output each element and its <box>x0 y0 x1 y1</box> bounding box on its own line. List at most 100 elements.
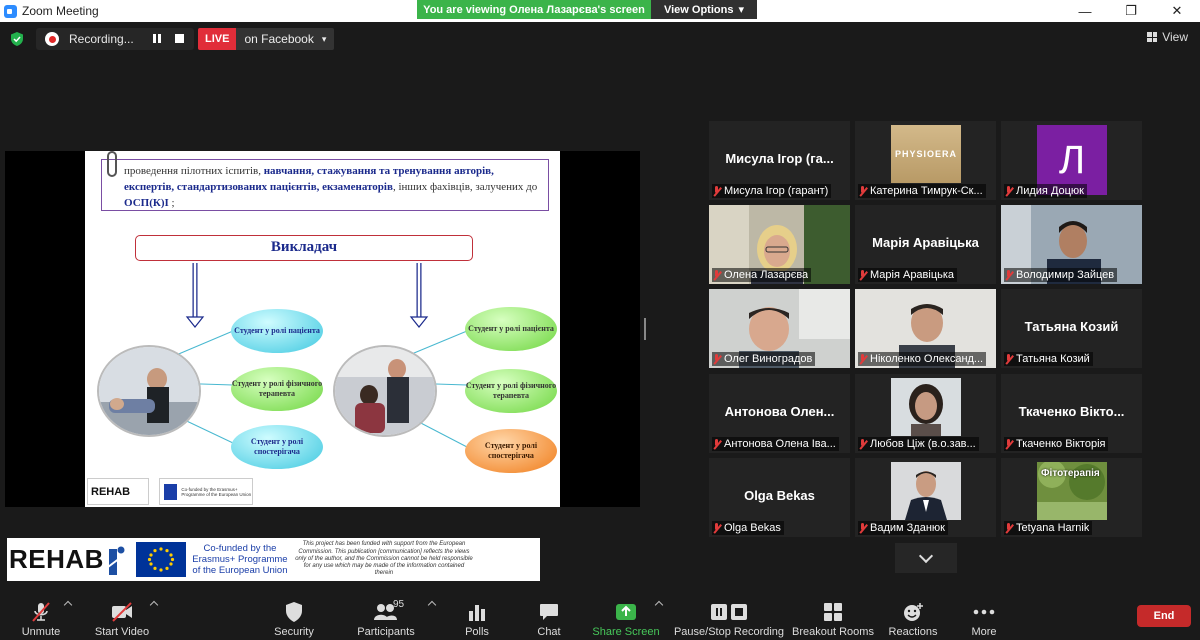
participant-tile[interactable]: PHYSIOERA Катерина Тимрук-Ск... <box>855 121 996 200</box>
participant-tile[interactable]: Olga Bekas Olga Bekas <box>709 458 850 537</box>
cofund-text: Co-funded by the Erasmus+ Programme of t… <box>190 543 290 576</box>
audio-options-caret-icon[interactable] <box>63 600 73 610</box>
participant-name: Olga Bekas <box>724 522 781 534</box>
chat-label: Chat <box>537 626 561 638</box>
muted-mic-icon <box>28 601 54 623</box>
polls-button[interactable]: Polls <box>462 596 492 638</box>
participants-caret-icon[interactable] <box>427 600 437 610</box>
participant-tile[interactable]: Ткаченко Вікто... Ткаченко Вікторія <box>1001 374 1142 453</box>
participant-tile[interactable]: Ніколенко Олександ... <box>855 289 996 368</box>
pause-stop-recording-button[interactable]: Pause/Stop Recording <box>674 596 784 638</box>
training-photo-right <box>333 345 437 437</box>
participant-tile[interactable]: Мисула Ігор (га... Мисула Ігор (гарант) <box>709 121 850 200</box>
muted-mic-icon <box>858 269 867 281</box>
meeting-top-bar: Recording... LIVE on Facebook ▾ View <box>0 22 1200 56</box>
recording-dot-icon <box>45 32 59 46</box>
view-options-button[interactable]: View Options ▾ <box>651 0 757 19</box>
emoji-icon <box>900 601 926 623</box>
muted-mic-icon <box>712 522 721 534</box>
bubble-right-patient: Студент у ролі пацієнта <box>465 307 557 351</box>
split-divider-handle[interactable] <box>644 318 646 340</box>
zoom-logo-icon <box>4 4 17 18</box>
polls-label: Polls <box>465 626 489 638</box>
cofund-line: Erasmus+ Programme <box>192 554 288 565</box>
gallery-next-page-button[interactable] <box>895 543 957 573</box>
chat-button[interactable]: Chat <box>534 596 564 638</box>
more-button[interactable]: More <box>968 596 1000 638</box>
participant-name-tag: Володимир Зайцев <box>1004 268 1118 282</box>
polls-icon <box>464 601 490 623</box>
start-video-button[interactable]: Start Video <box>94 596 150 638</box>
muted-mic-icon <box>1004 269 1013 281</box>
reactions-label: Reactions <box>888 626 938 638</box>
participant-name-tag: Татьяна Козий <box>1004 352 1093 366</box>
view-button[interactable]: View <box>1147 30 1188 44</box>
chevron-down-icon: ▾ <box>321 33 327 44</box>
muted-mic-icon <box>1004 522 1013 534</box>
eu-disclaimer: This project has been funded with suppor… <box>295 541 473 577</box>
participant-tile[interactable]: Л Лидия Доцюк <box>1001 121 1142 200</box>
live-destination-dropdown[interactable]: on Facebook ▾ <box>236 28 335 50</box>
video-options-caret-icon[interactable] <box>149 600 159 610</box>
participant-name: Вадим Зданюк <box>870 522 945 534</box>
viewing-screen-message: You are viewing Олена Лазарєва's screen <box>417 0 651 19</box>
participant-name-tag: Лидия Доцюк <box>1004 184 1087 198</box>
participant-tile[interactable]: Татьяна Козий Татьяна Козий <box>1001 289 1142 368</box>
bubble-right-observer: Студент у ролі спостерігача <box>465 429 557 473</box>
stop-recording-icon[interactable] <box>175 34 184 43</box>
breakout-rooms-button[interactable]: Breakout Rooms <box>792 596 874 638</box>
muted-mic-icon <box>712 185 721 197</box>
security-button[interactable]: Security <box>272 596 316 638</box>
muted-mic-icon <box>1004 438 1013 450</box>
participant-name-tag: Антонова Олена Іва... <box>712 437 839 451</box>
live-stream-indicator[interactable]: LIVE on Facebook ▾ <box>198 28 335 50</box>
muted-mic-icon <box>712 438 721 450</box>
slide-footer-logos: REHAB Co-funded by the Erasmus+ Programm… <box>85 476 560 507</box>
bubble-left-observer: Студент у ролі спостерігача <box>231 425 323 469</box>
muted-mic-icon <box>858 185 867 197</box>
participant-tile[interactable]: Марія Аравіцька Марія Аравіцька <box>855 205 996 284</box>
viewing-screen-banner: You are viewing Олена Лазарєва's screen … <box>417 0 757 19</box>
participant-name-tag: Tetyana Harnik <box>1004 521 1093 535</box>
participant-name-tag: Марія Аравіцька <box>858 268 958 282</box>
share-screen-button[interactable]: Share Screen <box>592 596 660 638</box>
participant-display-name: Марія Аравіцька <box>872 235 979 250</box>
participant-tile[interactable]: Любов Ціж (в.о.зав... <box>855 374 996 453</box>
breakout-rooms-icon <box>820 601 846 623</box>
participant-tile[interactable]: Фітотерапія Tetyana Harnik <box>1001 458 1142 537</box>
minimize-button[interactable]: — <box>1062 0 1108 22</box>
window-controls: — ❐ ✕ <box>1062 0 1200 22</box>
participant-name: Ткаченко Вікторія <box>1016 438 1106 450</box>
pause-recording-icon[interactable] <box>153 34 161 43</box>
participant-tile[interactable]: Володимир Зайцев <box>1001 205 1142 284</box>
security-label: Security <box>274 626 314 638</box>
view-label: View <box>1162 30 1188 44</box>
participant-name: Олена Лазарєва <box>724 269 809 281</box>
participants-icon: 95 <box>373 599 404 623</box>
end-meeting-button[interactable]: End <box>1137 605 1191 627</box>
participant-name: Татьяна Козий <box>1016 353 1090 365</box>
participant-name-tag: Олег Виноградов <box>712 352 816 366</box>
bubble-left-patient: Студент у ролі пацієнта <box>231 309 323 353</box>
participant-tile[interactable]: Олена Лазарєва <box>709 205 850 284</box>
participant-tile[interactable]: Олег Виноградов <box>709 289 850 368</box>
participant-name: Володимир Зайцев <box>1016 269 1115 281</box>
participant-display-name: Татьяна Козий <box>1024 319 1119 334</box>
participant-name: Ніколенко Олександ... <box>870 353 984 365</box>
reactions-button[interactable]: Reactions <box>888 596 938 638</box>
restore-button[interactable]: ❐ <box>1108 0 1154 22</box>
participant-name: Мисула Ігор (гарант) <box>724 185 829 197</box>
participants-button[interactable]: 95 Participants <box>356 596 416 638</box>
grid-view-icon <box>1147 32 1158 42</box>
participant-tile[interactable]: Антонова Олен... Антонова Олена Іва... <box>709 374 850 453</box>
tile-overlay-text: Фітотерапія <box>1041 468 1100 479</box>
bubble-right-therapist: Студент у ролі фізичного терапевта <box>465 369 557 413</box>
security-shield-icon[interactable] <box>10 32 24 46</box>
participant-tile[interactable]: Вадим Зданюк <box>855 458 996 537</box>
title-bar: Zoom Meeting You are viewing Олена Лазар… <box>0 0 1200 22</box>
close-button[interactable]: ✕ <box>1154 0 1200 22</box>
unmute-button[interactable]: Unmute <box>18 596 64 638</box>
rehab-logo-text: REHAB <box>9 544 104 574</box>
cofund-line: Co-funded by the <box>203 543 277 554</box>
participant-name-tag: Вадим Зданюк <box>858 521 948 535</box>
